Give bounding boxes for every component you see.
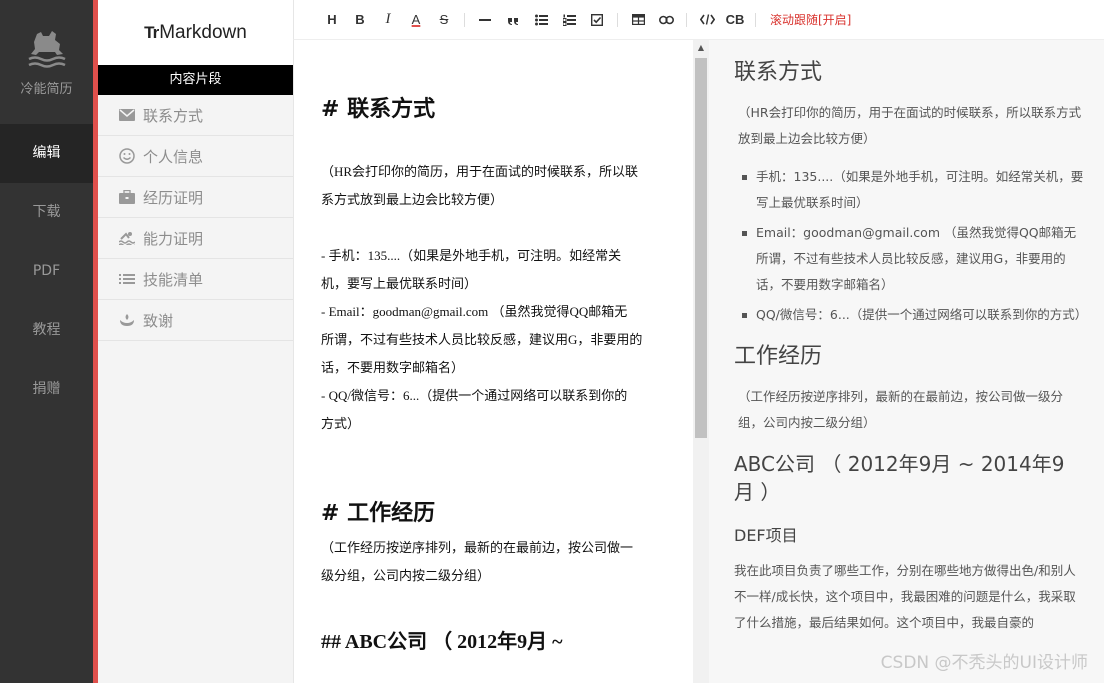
editor-line: 方式） — [321, 416, 361, 431]
quote-icon — [508, 17, 518, 25]
preview-heading-abc: ABC公司 （ 2012年9月 ~ 2014年9月 ） — [734, 452, 1065, 504]
editor-line: - QQ/微信号：6...（提供一个通过网络可以联系到你的 — [321, 388, 628, 403]
link-button[interactable] — [652, 8, 680, 32]
heading-button[interactable]: H — [318, 8, 346, 32]
scroll-up-arrow-icon[interactable]: ▲ — [693, 40, 709, 56]
bold-button[interactable]: B — [346, 8, 374, 32]
table-button[interactable] — [624, 8, 652, 32]
snippet-item-contact[interactable]: 联系方式 — [98, 95, 293, 136]
envelope-icon — [118, 106, 136, 124]
editor-line: 级分组，公司内按二级分组） — [321, 568, 491, 583]
preview-heading-work: 工作经历 — [734, 344, 823, 369]
editor-heading-abc: ## ABC公司 （ 2012年9月 ~ — [321, 631, 563, 653]
link-icon — [658, 15, 674, 24]
preview-heading-def: DEF项目 — [734, 526, 798, 545]
markdown-logo-text: Markdown — [159, 21, 247, 43]
editor-heading-work: # 工作经历 — [321, 501, 436, 526]
snippet-header: 内容片段 — [98, 65, 293, 95]
app-logo[interactable]: 冷能简历 — [0, 0, 93, 124]
editor-heading-contact: # 联系方式 — [321, 97, 436, 122]
checkbox-icon — [591, 13, 603, 26]
editor-scrollbar[interactable]: ▲ — [693, 40, 709, 683]
app-nav: 冷能简历 编辑 下载 PDF 教程 捐赠 — [0, 0, 93, 683]
snippet-item-thanks[interactable]: 致谢 — [98, 300, 293, 341]
list-item: 手机：135....（如果是外地手机，可注明。如经常关机，要写上最优联系时间） — [742, 164, 1084, 216]
editor-line: 系方式放到最上边会比较方便） — [321, 192, 504, 207]
italic-button[interactable]: I — [374, 8, 402, 32]
table-icon — [631, 14, 645, 25]
nav-item-edit[interactable]: 编辑 — [0, 124, 93, 183]
app-brand-name: 冷能简历 — [20, 82, 73, 97]
list-item: Email：goodman@gmail.com （虽然我觉得QQ邮箱无所谓，不过… — [742, 220, 1084, 298]
snippet-item-label: 致谢 — [143, 311, 174, 330]
snippet-item-experience[interactable]: 经历证明 — [98, 177, 293, 218]
editor-line: （HR会打印你的简历，用于在面试的时候联系，所以联 — [321, 164, 639, 179]
text-size-icon: Tr — [144, 22, 159, 42]
preview-heading-contact: 联系方式 — [734, 60, 823, 85]
code-block-button[interactable]: CB — [721, 8, 749, 32]
toolbar-divider — [464, 12, 465, 27]
bullet-list-button[interactable] — [527, 8, 555, 32]
list-item: QQ/微信号：6...（提供一个通过网络可以联系到你的方式） — [742, 302, 1087, 328]
bear-logo-icon — [27, 31, 66, 68]
preview-paragraph: 我在此项目负责了哪些工作，分别在哪些地方做得出色/和别人不一样/成长快，这个项目… — [734, 563, 1076, 630]
markdown-logo: Tr Markdown — [98, 0, 293, 65]
ordered-list-icon — [562, 14, 576, 26]
snippet-item-label: 联系方式 — [143, 106, 204, 125]
code-icon — [699, 14, 715, 25]
quote-button[interactable] — [499, 8, 527, 32]
nav-item-download[interactable]: 下载 — [0, 183, 93, 242]
snippet-sidebar: Tr Markdown 内容片段 联系方式 个人信息 经历证明 能力证明 技能清… — [93, 0, 293, 683]
hands-icon — [118, 311, 136, 329]
editor-line: - 手机：135....（如果是外地手机，可注明。如经常关 — [321, 248, 622, 263]
nav-item-tutorial[interactable]: 教程 — [0, 301, 93, 360]
editor-toolbar: H B I A S CB 滚动跟随[开启] — [293, 0, 1104, 40]
markdown-preview: 联系方式 （HR会打印你的简历，用于在面试的时候联系，所以联系方式放到最上边会比… — [709, 40, 1104, 683]
snippet-item-label: 技能清单 — [143, 270, 204, 289]
swimmer-icon — [118, 229, 136, 247]
preview-paragraph: （HR会打印你的简历，用于在面试的时候联系，所以联系方式放到最上边会比较方便） — [738, 105, 1082, 146]
toolbar-divider — [755, 12, 756, 27]
toolbar-divider — [617, 12, 618, 27]
snippet-item-personal-info[interactable]: 个人信息 — [98, 136, 293, 177]
editor-line: 话，不要用数字邮箱名） — [321, 360, 465, 375]
snippet-item-label: 经历证明 — [143, 188, 204, 207]
ordered-list-button[interactable] — [555, 8, 583, 32]
scrollbar-thumb[interactable] — [695, 58, 707, 438]
preview-contact-list: 手机：135....（如果是外地手机，可注明。如经常关机，要写上最优联系时间） … — [734, 164, 1087, 328]
strikethrough-button[interactable]: S — [430, 8, 458, 32]
list-icon — [118, 270, 136, 288]
scroll-sync-toggle[interactable]: 滚动跟随[开启] — [770, 11, 851, 28]
snippet-item-label: 个人信息 — [143, 147, 204, 166]
editor-line: - Email：goodman@gmail.com （虽然我觉得QQ邮箱无 — [321, 304, 628, 319]
snippet-item-label: 能力证明 — [143, 229, 204, 248]
preview-paragraph: （工作经历按逆序排列，最新的在最前边，按公司做一级分组，公司内按二级分组） — [738, 389, 1064, 430]
watermark: CSDN @不秃头的UI设计师 — [880, 653, 1088, 673]
nav-item-pdf[interactable]: PDF — [0, 242, 93, 301]
editor-line: 所谓，不过有些技术人员比较反感，建议用G，非要用的 — [321, 332, 643, 347]
nav-item-donate[interactable]: 捐赠 — [0, 360, 93, 419]
font-color-button[interactable]: A — [402, 8, 430, 32]
checkbox-button[interactable] — [583, 8, 611, 32]
markdown-editor[interactable]: # 联系方式 （HR会打印你的简历，用于在面试的时候联系，所以联 系方式放到最上… — [293, 40, 693, 683]
code-button[interactable] — [693, 8, 721, 32]
horizontal-rule-button[interactable] — [471, 8, 499, 32]
editor-line: （工作经历按逆序排列，最新的在最前边，按公司做一 — [321, 540, 634, 555]
horizontal-rule-icon — [479, 18, 491, 21]
snippet-item-skills[interactable]: 技能清单 — [98, 259, 293, 300]
smiley-icon — [118, 147, 136, 165]
snippet-item-ability[interactable]: 能力证明 — [98, 218, 293, 259]
briefcase-icon — [118, 188, 136, 206]
toolbar-divider — [686, 12, 687, 27]
bullet-list-icon — [534, 14, 548, 25]
editor-line: 机，要写上最优联系时间） — [321, 276, 478, 291]
